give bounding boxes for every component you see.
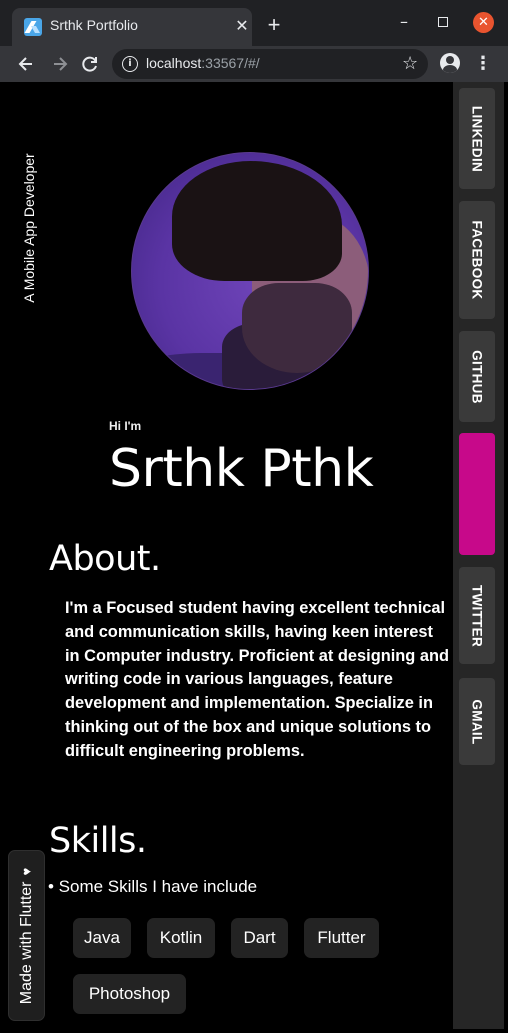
skill-chip-photoshop[interactable]: Photoshop [73, 974, 186, 1014]
skills-heading: Skills. [49, 821, 147, 861]
kebab-menu-icon[interactable]: ⋮ [474, 50, 492, 78]
tab-strip: Srthk Portfolio ✕ + – ✕ [0, 0, 508, 46]
greeting-label: Hi I'm [109, 419, 142, 433]
browser-toolbar: i localhost:33567/#/ ☆ ⋮ [0, 46, 508, 82]
vertical-tagline: A Mobile App Developer [18, 140, 40, 316]
page-viewport: A Mobile App Developer Hi I'm Srthk Pthk… [4, 82, 504, 1029]
social-link-active[interactable] [459, 433, 495, 555]
back-arrow-icon[interactable] [12, 50, 40, 78]
reload-icon[interactable] [76, 50, 104, 78]
browser-chrome: Srthk Portfolio ✕ + – ✕ i localhost:3356… [0, 0, 508, 82]
window-maximize-button[interactable] [438, 17, 448, 27]
social-label-facebook: FACEBOOK [469, 220, 485, 300]
url-text[interactable]: localhost:33567/#/ [146, 55, 260, 71]
skill-chip-kotlin[interactable]: Kotlin [147, 918, 215, 958]
tagline-text: A Mobile App Developer [21, 153, 37, 303]
new-tab-button[interactable]: + [262, 13, 286, 37]
social-label-gmail: GMAIL [469, 699, 485, 744]
name-title: Srthk Pthk [109, 439, 374, 499]
social-link-github[interactable]: GITHUB [459, 331, 495, 422]
social-link-gmail[interactable]: GMAIL [459, 678, 495, 765]
social-label-github: GITHUB [469, 349, 485, 404]
about-heading: About. [49, 539, 161, 579]
profile-avatar-icon[interactable] [440, 53, 460, 73]
skills-intro: • Some Skills I have include [48, 877, 258, 896]
tab-close-icon[interactable]: ✕ [232, 16, 252, 36]
site-info-icon[interactable]: i [122, 56, 138, 72]
profile-photo [131, 152, 369, 390]
social-link-facebook[interactable]: FACEBOOK [459, 201, 495, 319]
made-with-flutter-badge[interactable]: Made with Flutter ♥ [8, 850, 45, 1021]
bookmark-star-icon[interactable]: ☆ [402, 52, 418, 76]
social-label-twitter: TWITTER [469, 584, 485, 647]
social-link-twitter[interactable]: TWITTER [459, 567, 495, 664]
window-close-button[interactable]: ✕ [473, 12, 494, 33]
tab-title: Srthk Portfolio [50, 17, 138, 33]
skill-chip-java[interactable]: Java [73, 918, 131, 958]
address-bar[interactable]: i localhost:33567/#/ ☆ [112, 49, 428, 79]
social-rail: LINKEDIN FACEBOOK GITHUB TWITTER GMAIL [453, 82, 504, 1029]
social-label-linkedin: LINKEDIN [469, 105, 485, 172]
made-with-label: Made with Flutter [17, 881, 35, 1004]
flutter-favicon-icon [24, 18, 42, 36]
about-paragraph: I'm a Focused student having excellent t… [65, 599, 449, 760]
skill-chip-flutter[interactable]: Flutter [304, 918, 379, 958]
forward-arrow-icon[interactable] [46, 50, 74, 78]
skill-chip-dart[interactable]: Dart [231, 918, 288, 958]
social-link-linkedin[interactable]: LINKEDIN [459, 88, 495, 189]
window-minimize-button[interactable]: – [396, 14, 412, 30]
browser-tab[interactable]: Srthk Portfolio ✕ [12, 8, 252, 46]
heart-icon: ♥ [18, 867, 34, 875]
